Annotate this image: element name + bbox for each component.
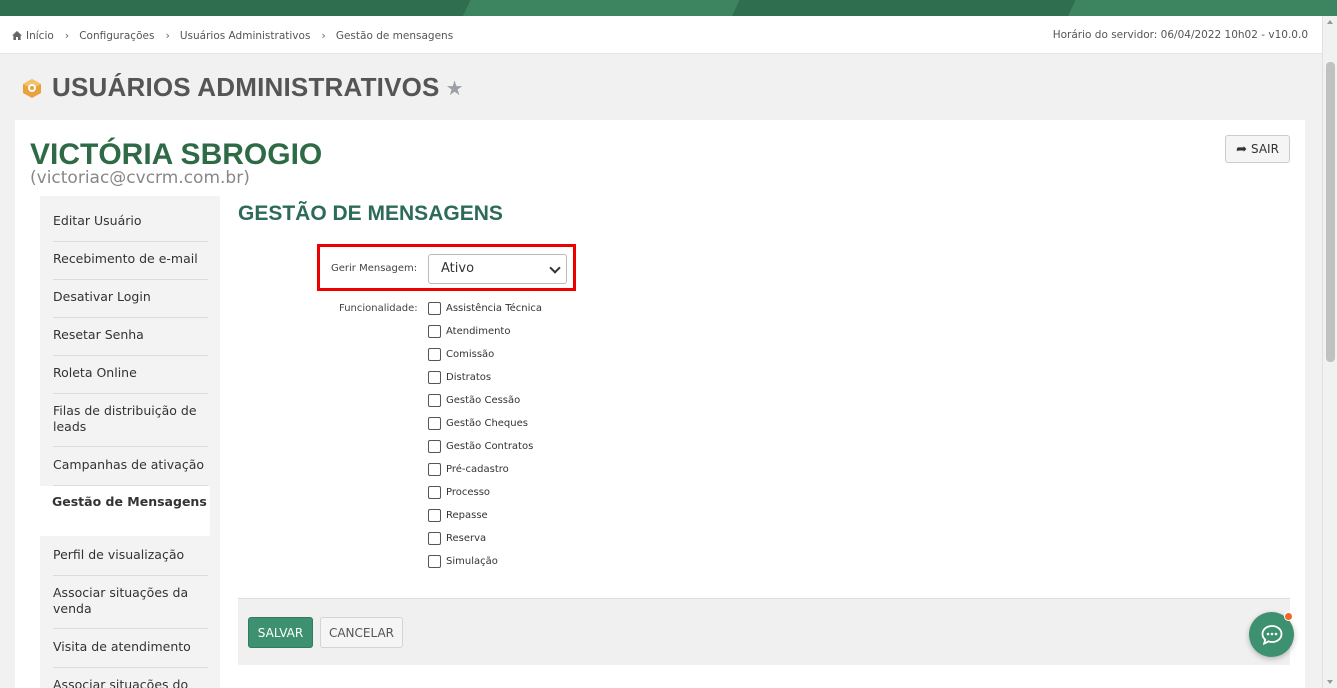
breadcrumb-item-current: Gestão de mensagens (335, 29, 454, 42)
checkbox-label: Pré-cadastro (446, 464, 509, 475)
sidebar-item-editar-usuario[interactable]: Editar Usuário (53, 213, 208, 242)
breadcrumb-item-usuarios[interactable]: Usuários Administrativos (180, 30, 311, 42)
checkbox-label: Simulação (446, 556, 498, 567)
checkbox-processo[interactable]: Processo (428, 486, 490, 499)
user-email: (victoriac@cvcrm.com.br) (30, 168, 250, 188)
checkbox-label: Comissão (446, 349, 495, 360)
checkbox-gestao-contratos[interactable]: Gestão Contratos (428, 440, 533, 453)
main-card: VICTÓRIA SBROGIO (victoriac@cvcrm.com.br… (15, 120, 1305, 688)
checkbox[interactable] (428, 509, 441, 522)
save-button[interactable]: SALVAR (248, 617, 313, 648)
breadcrumb-bar: Início › Configurações › Usuários Admini… (0, 16, 1322, 54)
checkbox-label: Distratos (446, 372, 492, 383)
exit-button[interactable]: ➦ SAIR (1225, 135, 1290, 163)
user-name: VICTÓRIA SBROGIO (30, 138, 323, 171)
breadcrumb-item-configuracoes[interactable]: Configurações (79, 30, 154, 42)
checkbox[interactable] (428, 463, 441, 476)
page-title: USUÁRIOS ADMINISTRATIVOS (52, 72, 440, 102)
checkbox-label: Reserva (446, 533, 487, 544)
scroll-down-icon[interactable] (1327, 680, 1333, 684)
breadcrumb-item-inicio[interactable]: Início (26, 30, 54, 42)
star-icon[interactable]: ★ (446, 76, 464, 100)
checkbox-gestao-cessao[interactable]: Gestão Cessão (428, 394, 520, 407)
sidebar-item-campanhas-ativacao[interactable]: Campanhas de ativação (53, 457, 208, 486)
checkbox[interactable] (428, 348, 441, 361)
chat-button[interactable] (1249, 612, 1294, 657)
section-title: GESTÃO DE MENSAGENS (238, 202, 503, 225)
checkbox-label: Atendimento (446, 326, 511, 337)
gerir-mensagem-select[interactable]: Ativo (428, 254, 567, 284)
checkbox-label: Gestão Cessão (446, 395, 521, 406)
checkbox-atendimento[interactable]: Atendimento (428, 325, 510, 338)
checkbox-comissao[interactable]: Comissão (428, 348, 494, 361)
checkbox-label: Processo (446, 487, 491, 498)
checkbox[interactable] (428, 325, 441, 338)
sidebar-item-roleta-online[interactable]: Roleta Online (53, 365, 208, 394)
notification-dot (1284, 612, 1293, 621)
sidebar-item-associar-situacoes-venda[interactable]: Associar situações da venda (53, 585, 208, 629)
page-header: USUÁRIOS ADMINISTRATIVOS ★ (20, 72, 464, 103)
sidebar-nav: Editar Usuário Recebimento de e-mail Des… (40, 196, 220, 688)
checkbox-assistencia-tecnica[interactable]: Assistência Técnica (428, 302, 542, 315)
checkbox-label: Assistência Técnica (446, 303, 543, 314)
checkbox[interactable] (428, 486, 441, 499)
checkbox-label: Repasse (446, 510, 488, 521)
checkbox[interactable] (428, 440, 441, 453)
checkbox[interactable] (428, 302, 441, 315)
breadcrumb: Início › Configurações › Usuários Admini… (12, 29, 453, 42)
chevron-right-icon: › (64, 29, 70, 42)
home-icon (12, 31, 22, 40)
checkbox-gestao-cheques[interactable]: Gestão Cheques (428, 417, 528, 430)
exit-button-label: SAIR (1250, 142, 1279, 156)
sidebar-item-gestao-mensagens[interactable]: Gestão de Mensagens (40, 486, 210, 536)
sidebar-item-perfil-visualizacao[interactable]: Perfil de visualização (53, 547, 208, 576)
module-icon (23, 78, 41, 98)
chevron-right-icon: › (165, 29, 170, 42)
sidebar-item-recebimento-email[interactable]: Recebimento de e-mail (53, 251, 208, 280)
cancel-button[interactable]: CANCELAR (320, 617, 403, 648)
sidebar-item-desativar-login[interactable]: Desativar Login (53, 289, 208, 318)
sidebar-item-visita-atendimento[interactable]: Visita de atendimento (53, 639, 208, 668)
sidebar-item-associar-situacoes[interactable]: Associar situações do (53, 677, 208, 688)
sidebar-item-filas-distribuicao[interactable]: Filas de distribuição de leads (53, 403, 208, 447)
scroll-up-icon[interactable] (1327, 20, 1333, 24)
top-accent-bar (0, 0, 1337, 16)
checkbox-distratos[interactable]: Distratos (428, 371, 491, 384)
checkbox-label: Gestão Contratos (446, 441, 534, 452)
checkbox[interactable] (428, 394, 441, 407)
checkbox[interactable] (428, 371, 441, 384)
checkbox[interactable] (428, 417, 441, 430)
funcionalidade-label: Funcionalidade: (339, 303, 418, 314)
page-scrollbar[interactable] (1322, 16, 1337, 688)
server-time: Horário do servidor: 06/04/2022 10h02 - … (1052, 29, 1308, 41)
checkbox-repasse[interactable]: Repasse (428, 509, 488, 522)
checkbox-pre-cadastro[interactable]: Pré-cadastro (428, 463, 509, 476)
scrollbar-thumb[interactable] (1326, 62, 1335, 362)
gerir-mensagem-label: Gerir Mensagem: (331, 263, 418, 274)
chat-icon (1261, 624, 1282, 645)
chevron-down-icon (549, 262, 561, 274)
sidebar-item-resetar-senha[interactable]: Resetar Senha (53, 327, 208, 356)
checkbox[interactable] (428, 532, 441, 545)
checkbox-label: Gestão Cheques (446, 418, 528, 429)
share-icon: ➦ (1236, 141, 1247, 157)
checkbox-simulacao[interactable]: Simulação (428, 555, 498, 568)
form-actions: SALVAR CANCELAR (238, 598, 1290, 665)
checkbox[interactable] (428, 555, 441, 568)
checkbox-reserva[interactable]: Reserva (428, 532, 486, 545)
chevron-right-icon: › (321, 29, 326, 42)
gerir-mensagem-value: Ativo (441, 261, 475, 276)
